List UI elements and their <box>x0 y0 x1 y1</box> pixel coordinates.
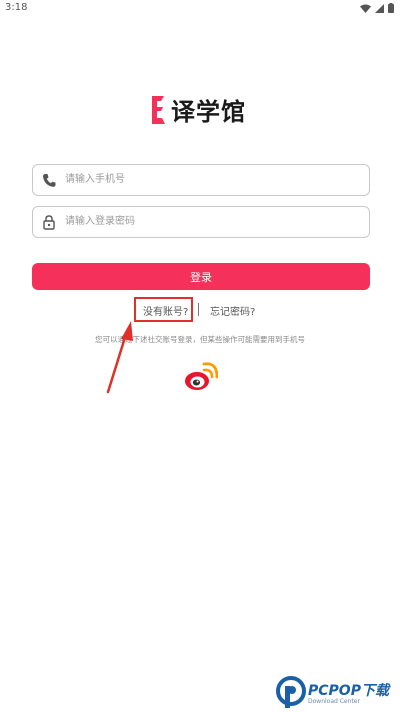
social-login-hint: 您可以通过下述社交账号登录，但某些操作可能需要用到手机号 <box>95 335 305 344</box>
status-bar: 3:18 <box>0 0 400 18</box>
phone-field[interactable] <box>32 164 370 196</box>
app-logo: 译学馆 <box>151 92 246 127</box>
status-time: 3:18 <box>5 2 28 13</box>
watermark-brand: PCPOP下载 <box>308 683 389 699</box>
watermark-logo-icon <box>276 676 306 708</box>
phone-input[interactable] <box>65 165 355 193</box>
phone-icon <box>43 174 56 187</box>
signal-icon <box>375 3 384 13</box>
link-divider <box>198 303 199 316</box>
weibo-icon[interactable] <box>184 362 218 392</box>
forgot-password-link[interactable]: 忘记密码? <box>210 303 255 318</box>
logo-text: 译学馆 <box>171 98 246 126</box>
no-account-link[interactable]: 没有账号? <box>143 303 188 318</box>
login-button[interactable]: 登录 <box>32 263 370 290</box>
password-field[interactable] <box>32 206 370 238</box>
lock-icon <box>43 215 55 230</box>
password-input[interactable] <box>65 207 355 235</box>
battery-icon <box>388 3 394 13</box>
logo-mark-icon <box>152 95 165 124</box>
watermark: PCPOP下载 Download Center <box>276 674 400 712</box>
status-icons <box>360 3 394 13</box>
wifi-icon <box>360 4 371 13</box>
watermark-sub: Download Center <box>308 698 360 705</box>
